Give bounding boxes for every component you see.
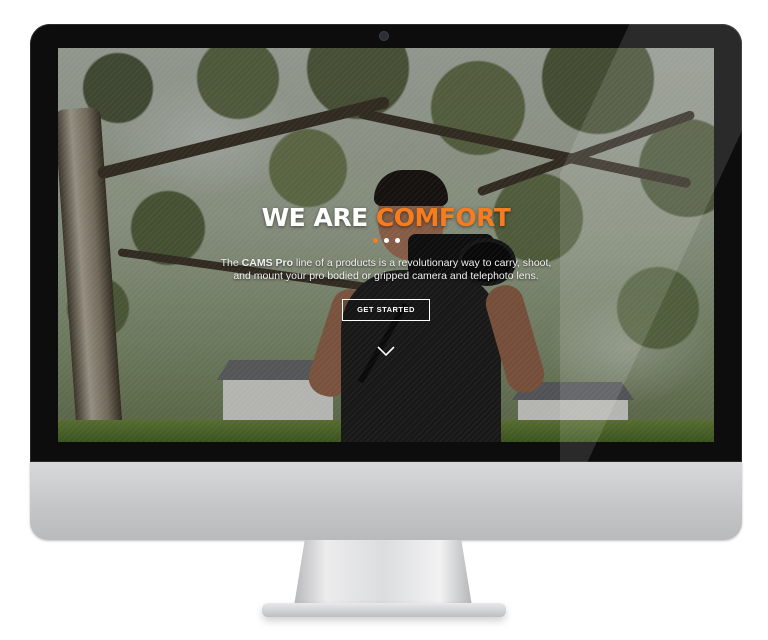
description-brand: CAMS Pro xyxy=(241,257,293,269)
description-prefix: The xyxy=(220,257,239,269)
chevron-down-icon[interactable] xyxy=(376,344,396,358)
monitor-stand-foot xyxy=(262,603,506,617)
get-started-button[interactable]: GET STARTED xyxy=(342,299,430,321)
hero-content: WE ARE COMFORT The CAMS Pro line of a pr… xyxy=(58,202,714,321)
hero-description: The CAMS Pro line of a products is a rev… xyxy=(216,257,556,283)
monitor-stand-neck xyxy=(294,540,472,606)
webcam-icon xyxy=(380,32,388,40)
slider-dot[interactable] xyxy=(372,238,378,243)
hero-headline: WE ARE COMFORT xyxy=(58,202,714,234)
headline-primary: WE ARE xyxy=(261,203,369,232)
slider-dot[interactable] xyxy=(394,238,400,243)
headline-accent: COMFORT xyxy=(375,203,511,232)
monitor-chin xyxy=(30,462,742,540)
website-screen: WE ARE COMFORT The CAMS Pro line of a pr… xyxy=(58,48,714,442)
slider-dot[interactable] xyxy=(383,238,389,243)
slider-dots xyxy=(58,238,714,243)
